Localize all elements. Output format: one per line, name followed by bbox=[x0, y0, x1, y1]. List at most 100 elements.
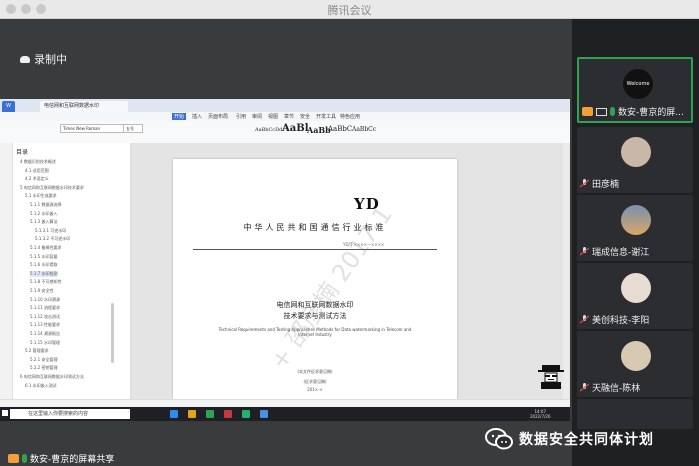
style-heading1[interactable]: AaBl bbox=[282, 123, 309, 134]
document-tab[interactable]: 电信网和互联网数据水印 bbox=[40, 101, 128, 112]
style-heading3[interactable]: AaBbC bbox=[328, 125, 352, 133]
font-size-select[interactable]: 五号 bbox=[123, 124, 143, 133]
explorer-icon[interactable] bbox=[188, 410, 196, 418]
ribbon-toolbar: Times New Roman 五号 AaBbCcDd AaBl AaBb Aa… bbox=[0, 121, 570, 144]
nav-item[interactable]: 5.1.4 鲁棒性要求 bbox=[30, 245, 61, 251]
menu-item-devtools[interactable]: 开发工具 bbox=[316, 113, 336, 120]
brand-text: 数据安全共同体计划 bbox=[519, 432, 654, 448]
avatar-text: Welcome bbox=[626, 81, 650, 87]
style-normal[interactable]: AaBbCcDd bbox=[255, 127, 282, 133]
menu-item-insert[interactable]: 插入 bbox=[192, 113, 202, 120]
cloud-record-icon bbox=[20, 55, 30, 63]
nav-title: 目录 bbox=[16, 149, 29, 156]
draft-stage: (征求意见稿) bbox=[303, 379, 327, 384]
menu-item-review[interactable]: 审阅 bbox=[252, 113, 262, 120]
nav-item[interactable]: 5.1.5 水印容量 bbox=[30, 254, 57, 260]
windows-taskbar: 在这里输入你要搜索的内容 14:07 2022/7/26 bbox=[0, 407, 570, 421]
participants-sidebar: Welcome 数安-曹京的屏... 田彦楠 瑞成信息-谢江 美创科技-李阳 天… bbox=[572, 19, 699, 466]
style-heading4[interactable]: AaBbCc bbox=[352, 126, 376, 133]
document-tab-label: 电信网和互联网数据水印 bbox=[44, 103, 100, 109]
windows-start-icon[interactable] bbox=[2, 410, 8, 416]
menu-item-layout[interactable]: 页面布局 bbox=[208, 113, 228, 120]
app-icon-green[interactable] bbox=[206, 410, 214, 418]
avatar bbox=[621, 341, 651, 371]
participant-tile[interactable]: 瑞成信息-谢江 bbox=[577, 195, 693, 261]
participant-label: 瑞成信息-谢江 bbox=[580, 245, 649, 258]
host-badge-icon bbox=[582, 107, 593, 116]
wps-home-tab[interactable]: W bbox=[2, 101, 15, 112]
nav-item[interactable]: 5.1.3.1 可逆水印 bbox=[35, 228, 66, 234]
window-title: 腾讯会议 bbox=[327, 4, 372, 17]
nav-item[interactable]: 4.2 术语定义 bbox=[25, 176, 49, 182]
nav-scrollbar[interactable] bbox=[111, 303, 114, 363]
nav-item[interactable]: 4.1 适用范围 bbox=[25, 168, 49, 174]
nav-item[interactable]: 5.1.3.2 不可逆水印 bbox=[35, 236, 70, 242]
nav-item[interactable]: 4 数据识别技术概述 bbox=[20, 159, 56, 165]
nav-item[interactable]: 5.2.2 密钥管理 bbox=[30, 365, 57, 371]
nav-side-strip bbox=[0, 143, 13, 399]
nav-item[interactable]: 5.2.1 安全管理 bbox=[30, 357, 57, 363]
nav-item[interactable]: 5.1 水印生成要求 bbox=[25, 193, 57, 199]
host-badge-icon bbox=[8, 454, 19, 463]
participant-tile[interactable]: 天融信-陈林 bbox=[577, 331, 693, 397]
mic-muted-icon bbox=[580, 179, 589, 188]
menu-item-security[interactable]: 安全 bbox=[300, 113, 310, 120]
menu-item-home[interactable]: 开始 bbox=[172, 113, 187, 120]
avatar bbox=[621, 273, 651, 303]
meeting-taskbar-icon[interactable] bbox=[260, 410, 268, 418]
nav-item[interactable]: 5.1.10 水印溯源 bbox=[30, 297, 60, 303]
mic-muted-icon bbox=[580, 383, 589, 392]
draft-note: (本文件征求意见稿) bbox=[297, 369, 333, 374]
doc-year: 201×-× bbox=[307, 387, 323, 392]
taskbar-date: 2022/7/26 bbox=[530, 414, 551, 419]
wps-tab-bar: W 电信网和互联网数据水印 bbox=[0, 99, 570, 112]
participant-tile[interactable]: 美创科技-李阳 bbox=[577, 263, 693, 329]
participant-tile-partial[interactable] bbox=[577, 399, 693, 429]
participant-name: 数安-曹京的屏... bbox=[618, 108, 684, 118]
avatar: Welcome bbox=[623, 69, 653, 99]
mic-on-icon bbox=[22, 454, 27, 463]
nav-item[interactable]: 5.1.6 水印提取 bbox=[30, 262, 57, 268]
shared-screen-area: 录制中 W 电信网和互联网数据水印 开始 插入 页面布局 引用 审阅 视图 章节… bbox=[0, 19, 572, 466]
menu-item-reference[interactable]: 引用 bbox=[236, 113, 246, 120]
taskbar-search[interactable]: 在这里输入你要搜索的内容 bbox=[10, 409, 130, 419]
participant-name: 美创科技-李阳 bbox=[592, 316, 650, 326]
participant-name: 瑞成信息-谢江 bbox=[592, 248, 650, 258]
participant-tile[interactable]: Welcome 数安-曹京的屏... bbox=[577, 57, 693, 123]
document-page: YD 中华人民共和国通信行业标准 YD/T ××××—×××× 电信网和互联网数… bbox=[173, 159, 457, 399]
avatar bbox=[621, 137, 651, 167]
menu-item-view[interactable]: 视图 bbox=[268, 113, 278, 120]
shared-desktop: W 电信网和互联网数据水印 开始 插入 页面布局 引用 审阅 视图 章节 安全 … bbox=[0, 99, 570, 421]
nav-item[interactable]: 5.1.1 数据源选择 bbox=[30, 202, 61, 208]
nav-item[interactable]: 5.1.8 不可感知性 bbox=[30, 279, 61, 285]
nav-item[interactable]: 5.1.9 安全性 bbox=[30, 288, 53, 294]
wechat-taskbar-icon[interactable] bbox=[242, 410, 250, 418]
mic-muted-icon bbox=[580, 315, 589, 324]
nav-item[interactable]: 5.1.13 性能要求 bbox=[30, 322, 60, 328]
avatar bbox=[621, 205, 651, 235]
nav-item[interactable]: 5.1.2 水印嵌入 bbox=[30, 211, 57, 217]
nav-item[interactable]: 5.1.11 流程要求 bbox=[30, 305, 60, 311]
mic-muted-icon bbox=[580, 247, 589, 256]
nav-item[interactable]: 5 电信网和互联网数据水印技术要求 bbox=[20, 185, 84, 191]
participant-tile[interactable]: 田彦楠 bbox=[577, 127, 693, 193]
nav-item[interactable]: 6 电信网和互联网数据水印测试方法 bbox=[20, 374, 84, 380]
nav-item[interactable]: 5.1.7 水印检测 bbox=[30, 270, 58, 277]
menu-item-features[interactable]: 特色应用 bbox=[340, 113, 360, 120]
nav-item[interactable]: 5.1.12 攻击测试 bbox=[30, 314, 60, 320]
nav-item[interactable]: 5.1.3 嵌入算法 bbox=[30, 219, 57, 225]
nav-item[interactable]: 5.2 管理要求 bbox=[25, 348, 49, 354]
menu-item-chapter[interactable]: 章节 bbox=[284, 113, 294, 120]
top-rule bbox=[193, 249, 437, 250]
participant-label: 美创科技-李阳 bbox=[580, 313, 649, 326]
nav-item[interactable]: 6.1 水印嵌入测试 bbox=[25, 383, 57, 389]
nav-item[interactable]: 5.1.15 水印管理 bbox=[30, 340, 60, 346]
navigation-pane: 目录 4 数据识别技术概述 4.1 适用范围 4.2 术语定义 5 电信网和互联网数据… bbox=[0, 143, 131, 399]
wps-icon[interactable] bbox=[224, 410, 232, 418]
wechat-logo-icon bbox=[485, 428, 513, 450]
recording-indicator: 录制中 bbox=[20, 51, 67, 67]
nav-item[interactable]: 5.1.14 溯源报告 bbox=[30, 331, 60, 337]
font-name-select[interactable]: Times New Roman bbox=[60, 124, 124, 133]
participant-name: 田彦楠 bbox=[592, 180, 620, 190]
edge-icon[interactable] bbox=[170, 410, 178, 418]
